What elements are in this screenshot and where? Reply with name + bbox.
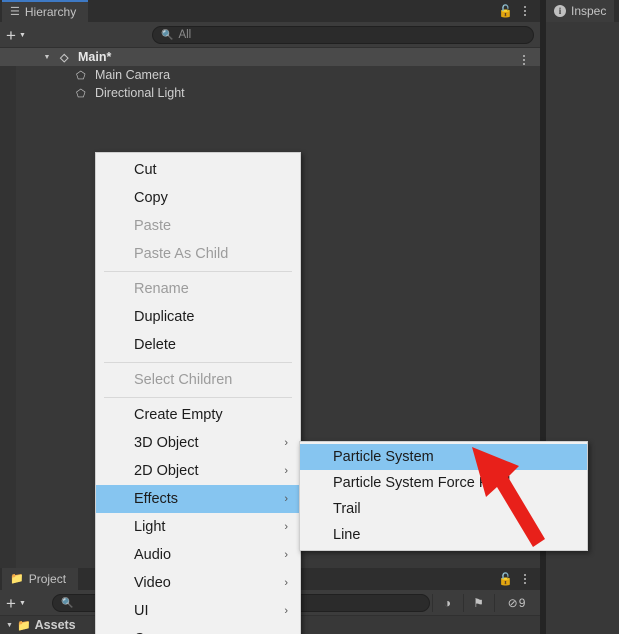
- hidden-count-icon[interactable]: ⊘ 9: [494, 594, 538, 612]
- submenu-item-line[interactable]: Line: [300, 522, 587, 548]
- submenu-item-label: Trail: [333, 501, 361, 517]
- submenu-item-label: Line: [333, 527, 361, 543]
- menu-item-label: Cut: [134, 162, 157, 178]
- chevron-down-icon: ▼: [18, 31, 26, 39]
- submenu-item-trail[interactable]: Trail: [300, 496, 587, 522]
- hierarchy-gutter: [0, 48, 16, 568]
- menu-item-label: Audio: [134, 547, 172, 563]
- menu-item-cut[interactable]: Cut: [96, 156, 300, 184]
- hierarchy-row-label: Directional Light: [95, 86, 185, 100]
- plus-icon: +: [6, 593, 16, 613]
- chevron-down-icon: ▼: [18, 599, 26, 607]
- inspector-tabstrip: i Inspec: [546, 0, 619, 22]
- submenu-item-particle-system[interactable]: Particle System: [300, 444, 587, 470]
- chevron-right-icon: ›: [284, 437, 288, 449]
- cube-icon: ⬠: [76, 87, 86, 100]
- menu-item-label: Video: [134, 575, 171, 591]
- tab-hierarchy[interactable]: ☰ Hierarchy: [2, 0, 89, 22]
- submenu-item-particle-system-force-field[interactable]: Particle System Force Field: [300, 470, 587, 496]
- menu-item-camera[interactable]: Camera: [96, 625, 300, 634]
- menu-item-create-empty[interactable]: Create Empty: [96, 401, 300, 429]
- menu-item-ui[interactable]: UI ›: [96, 597, 300, 625]
- hierarchy-search-input[interactable]: 🔍 All: [152, 26, 534, 44]
- chevron-right-icon: ›: [284, 605, 288, 617]
- menu-item-delete[interactable]: Delete: [96, 331, 300, 359]
- menu-item-light[interactable]: Light ›: [96, 513, 300, 541]
- menu-item-rename: Rename: [96, 275, 300, 303]
- menu-item-paste-as-child: Paste As Child: [96, 240, 300, 268]
- hierarchy-row-label: Main Camera: [95, 68, 171, 82]
- menu-separator: [104, 271, 292, 272]
- hierarchy-row-main-scene[interactable]: ▼ ◇ Main*: [0, 48, 540, 66]
- chevron-right-icon: ›: [284, 493, 288, 505]
- tab-inspector-label: Inspec: [571, 4, 607, 18]
- lock-icon[interactable]: 🔓: [498, 4, 513, 18]
- hierarchy-icon: ☰: [10, 5, 20, 18]
- folder-icon: 📁: [10, 572, 24, 585]
- tab-project[interactable]: 📁 Project: [2, 568, 79, 590]
- menu-item-label: 3D Object: [134, 435, 199, 451]
- menu-item-label: Select Children: [134, 372, 233, 388]
- expand-triangle-icon[interactable]: ▼: [6, 622, 13, 629]
- search-icon: 🔍: [161, 29, 174, 41]
- label-tag-icon[interactable]: ⚑: [463, 594, 493, 612]
- hierarchy-row-directional-light[interactable]: ⬠ Directional Light: [0, 84, 540, 102]
- cube-icon: ⬠: [76, 69, 86, 82]
- project-tree-label: Assets: [34, 618, 76, 632]
- menu-item-effects[interactable]: Effects ›: [96, 485, 300, 513]
- scene-icon: ◇: [60, 51, 69, 64]
- menu-item-label: Paste: [134, 218, 172, 234]
- hierarchy-search-placeholder: All: [178, 29, 192, 41]
- plus-icon: +: [6, 25, 16, 45]
- chevron-right-icon: ›: [284, 521, 288, 533]
- menu-item-label: Duplicate: [134, 309, 195, 325]
- create-add-button[interactable]: + ▼: [6, 26, 26, 44]
- scene-row-kebab-icon[interactable]: [517, 52, 531, 68]
- project-create-button[interactable]: + ▼: [6, 594, 26, 612]
- hierarchy-row-main-camera[interactable]: ⬠ Main Camera: [0, 66, 540, 84]
- submenu-item-label: Particle System: [333, 449, 434, 465]
- menu-item-video[interactable]: Video ›: [96, 569, 300, 597]
- menu-item-copy[interactable]: Copy: [96, 184, 300, 212]
- hierarchy-options-kebab-icon[interactable]: [518, 3, 532, 19]
- menu-item-label: Copy: [134, 190, 168, 206]
- chevron-right-icon: ›: [284, 465, 288, 477]
- hierarchy-toolbar: + ▼ 🔍 All: [0, 22, 540, 48]
- chevron-right-icon: ›: [284, 577, 288, 589]
- effects-submenu: Particle System Particle System Force Fi…: [299, 441, 588, 551]
- menu-item-3d-object[interactable]: 3D Object ›: [96, 429, 300, 457]
- menu-item-label: UI: [134, 603, 149, 619]
- project-lock-icon[interactable]: 🔓: [498, 572, 513, 586]
- menu-item-audio[interactable]: Audio ›: [96, 541, 300, 569]
- info-icon: i: [554, 5, 566, 17]
- menu-separator: [104, 362, 292, 363]
- hierarchy-context-menu: Cut Copy Paste Paste As Child Rename Dup…: [95, 152, 301, 634]
- tab-hierarchy-label: Hierarchy: [24, 5, 77, 19]
- hierarchy-row-label: Main*: [78, 50, 112, 64]
- menu-item-label: Effects: [134, 491, 179, 507]
- folder-icon: 📁: [16, 619, 31, 632]
- menu-item-2d-object[interactable]: 2D Object ›: [96, 457, 300, 485]
- hierarchy-tabstrip: ☰ Hierarchy 🔓: [0, 0, 540, 22]
- menu-item-label: Rename: [134, 281, 189, 297]
- menu-item-label: Create Empty: [134, 407, 223, 423]
- menu-separator: [104, 397, 292, 398]
- chevron-right-icon: ›: [284, 549, 288, 561]
- menu-item-label: Light: [134, 519, 166, 535]
- menu-item-label: Delete: [134, 337, 176, 353]
- search-icon: 🔍: [61, 597, 74, 609]
- menu-item-paste: Paste: [96, 212, 300, 240]
- menu-item-label: Paste As Child: [134, 246, 229, 262]
- unity-editor-window: ☰ Hierarchy 🔓 + ▼ 🔍 All ▼ ◇ Main* ⬠ Main…: [0, 0, 619, 634]
- submenu-item-label: Particle System Force Field: [333, 475, 511, 491]
- project-options-kebab-icon[interactable]: [518, 571, 532, 587]
- menu-item-duplicate[interactable]: Duplicate: [96, 303, 300, 331]
- menu-item-select-children: Select Children: [96, 366, 300, 394]
- expand-triangle-icon[interactable]: ▼: [42, 54, 52, 61]
- tab-inspector[interactable]: i Inspec: [546, 0, 615, 22]
- shape-filter-icon[interactable]: ◑: [432, 594, 462, 612]
- tab-project-label: Project: [28, 572, 67, 586]
- menu-item-label: 2D Object: [134, 463, 199, 479]
